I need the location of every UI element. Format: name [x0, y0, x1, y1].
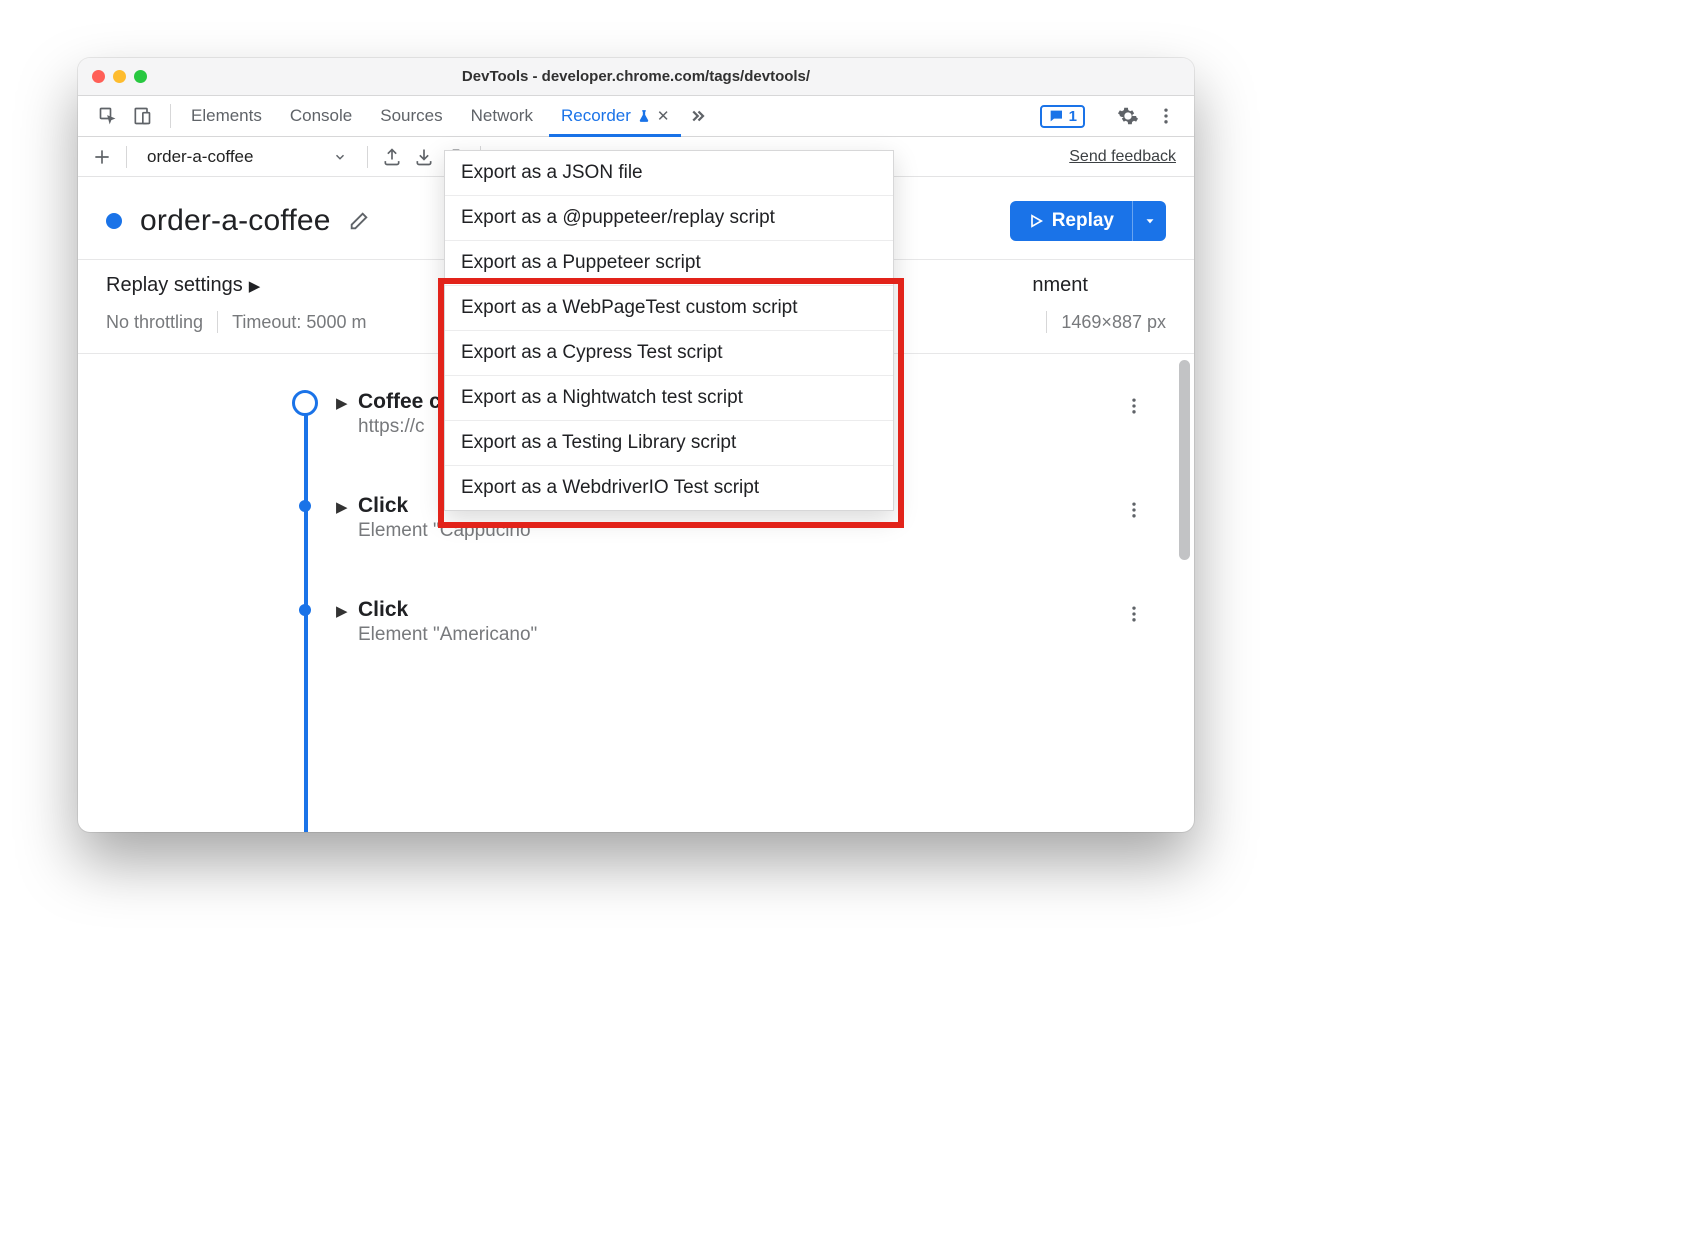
step-node-icon [299, 500, 311, 512]
tab-label: Elements [191, 106, 262, 126]
caret-right-icon[interactable]: ▶ [336, 394, 348, 412]
flask-icon [637, 109, 651, 123]
export-menu-item[interactable]: Export as a Cypress Test script [445, 331, 893, 376]
issues-badge[interactable]: 1 [1040, 105, 1085, 128]
chat-icon [1048, 108, 1064, 124]
play-icon [1028, 213, 1044, 229]
tab-elements[interactable]: Elements [177, 96, 276, 136]
inspect-element-icon[interactable] [94, 102, 122, 130]
export-menu-item[interactable]: Export as a Testing Library script [445, 421, 893, 466]
export-menu: Export as a JSON file Export as a @puppe… [444, 150, 894, 511]
tab-label: Network [471, 106, 533, 126]
timeout-value: Timeout: 5000 m [232, 312, 366, 333]
kebab-menu-icon[interactable] [1152, 102, 1180, 130]
tab-sources[interactable]: Sources [366, 96, 456, 136]
tab-label: Console [290, 106, 352, 126]
settings-gear-icon[interactable] [1114, 102, 1142, 130]
settings-label: Replay settings [106, 274, 243, 297]
export-menu-item[interactable]: Export as a Puppeteer script [445, 241, 893, 286]
replay-label: Replay [1052, 210, 1114, 232]
step-item[interactable]: ▶ Click Element "Americano" [78, 598, 1194, 646]
titlebar: DevTools - developer.chrome.com/tags/dev… [78, 58, 1194, 96]
tab-console[interactable]: Console [276, 96, 366, 136]
edit-title-button[interactable] [345, 207, 373, 235]
export-menu-item[interactable]: Export as a WebPageTest custom script [445, 286, 893, 331]
replay-button[interactable]: Replay [1010, 201, 1132, 241]
tab-network[interactable]: Network [457, 96, 547, 136]
step-node-icon [299, 604, 311, 616]
caret-right-icon[interactable]: ▶ [336, 498, 348, 516]
tab-recorder[interactable]: Recorder ✕ [547, 96, 684, 136]
panel-tabs: Elements Console Sources Network Recorde… [78, 96, 1194, 137]
step-menu-button[interactable] [1120, 600, 1148, 628]
device-toggle-icon[interactable] [128, 102, 156, 130]
scrollbar-thumb[interactable] [1179, 360, 1190, 560]
separator [1046, 311, 1047, 333]
import-icon[interactable] [410, 143, 438, 171]
recording-title: order-a-coffee [140, 204, 331, 238]
chevron-down-icon [333, 150, 347, 164]
step-menu-button[interactable] [1120, 496, 1148, 524]
replay-dropdown-button[interactable] [1132, 201, 1166, 241]
throttling-value: No throttling [106, 312, 203, 333]
record-indicator-icon [106, 213, 122, 229]
window-title: DevTools - developer.chrome.com/tags/dev… [78, 68, 1194, 85]
replay-button-group: Replay [1010, 201, 1166, 241]
step-menu-button[interactable] [1120, 392, 1148, 420]
badge-count: 1 [1069, 108, 1077, 125]
recording-name: order-a-coffee [147, 147, 253, 167]
export-menu-item[interactable]: Export as a WebdriverIO Test script [445, 466, 893, 510]
caret-right-icon[interactable]: ▶ [336, 602, 348, 620]
step-subtitle: Element "Americano" [358, 624, 1154, 646]
tab-label: Sources [380, 106, 442, 126]
caret-right-icon: ▶ [249, 277, 261, 295]
new-recording-button[interactable] [88, 143, 116, 171]
send-feedback-link[interactable]: Send feedback [1069, 148, 1184, 166]
recording-selector[interactable]: order-a-coffee [137, 147, 357, 167]
environment-label: nment [1032, 274, 1166, 297]
tab-label: Recorder [561, 106, 631, 126]
export-menu-item[interactable]: Export as a JSON file [445, 151, 893, 196]
step-subtitle: Element "Cappucino" [358, 520, 1154, 542]
step-title: Click [358, 598, 1154, 622]
step-node-icon [292, 390, 318, 416]
more-tabs-icon[interactable] [683, 102, 711, 130]
export-icon[interactable] [378, 143, 406, 171]
export-menu-item[interactable]: Export as a @puppeteer/replay script [445, 196, 893, 241]
export-menu-item[interactable]: Export as a Nightwatch test script [445, 376, 893, 421]
close-icon[interactable]: ✕ [657, 107, 670, 125]
separator [217, 311, 218, 333]
viewport-value: 1469×887 px [1061, 312, 1166, 333]
